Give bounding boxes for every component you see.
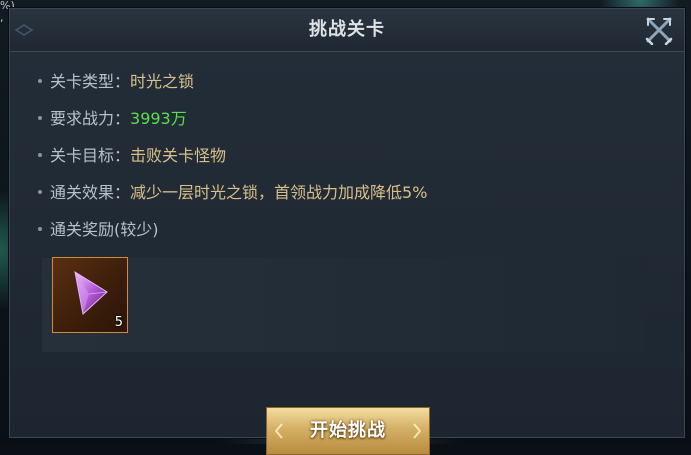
info-row-clear-reward: 通关奖励(较少): [38, 217, 159, 243]
bullet-dot-icon: [38, 152, 42, 157]
chevron-right-icon: [413, 423, 422, 439]
start-challenge-button[interactable]: 开始挑战: [266, 407, 430, 455]
reward-panel: [42, 258, 646, 352]
crossed-swords-close-icon: [645, 17, 673, 46]
close-button[interactable]: [644, 15, 674, 46]
stage-type-value: 时光之锁: [130, 72, 195, 91]
required-power-value: 3993万: [130, 109, 187, 128]
clear-effect-value: 减少一层时光之锁，首领战力加成降低5%: [130, 183, 428, 202]
info-row-stage-type: 关卡类型：时光之锁: [38, 69, 194, 95]
reward-count: 5: [114, 315, 123, 330]
bullet-dot-icon: [38, 115, 42, 120]
bullet-dot-icon: [38, 226, 42, 231]
bullet-dot-icon: [38, 78, 42, 83]
bullet-dot-icon: [38, 189, 42, 194]
purple-crystal-shard-icon: [74, 270, 108, 315]
required-power-label: 要求战力：: [50, 109, 131, 128]
info-row-required-power: 要求战力：3993万: [38, 106, 187, 132]
stage-type-label: 关卡类型：: [50, 72, 131, 91]
dialog-title-bar: 挑战关卡: [10, 9, 684, 52]
start-challenge-label: 开始挑战: [310, 420, 386, 441]
clear-reward-label: 通关奖励(较少): [50, 220, 159, 239]
stage-goal-value: 击败关卡怪物: [130, 146, 227, 165]
stage-goal-label: 关卡目标：: [50, 146, 131, 165]
clear-effect-label: 通关效果：: [50, 183, 131, 202]
chevron-left-icon: [274, 423, 283, 439]
dialog-content: 关卡类型：时光之锁 要求战力：3993万 关卡目标：击败关卡怪物 通关效果：减少…: [10, 52, 684, 455]
info-row-clear-effect: 通关效果：减少一层时光之锁，首领战力加成降低5%: [38, 180, 427, 206]
dialog-title: 挑战关卡: [309, 19, 385, 40]
reward-item-slot[interactable]: 5: [52, 257, 128, 333]
info-row-stage-goal: 关卡目标：击败关卡怪物: [38, 143, 226, 169]
challenge-stage-dialog: 挑战关卡 关卡类型：时光之锁 要求战力：3993万 关卡目标：击败关卡怪物 通关…: [9, 8, 685, 455]
